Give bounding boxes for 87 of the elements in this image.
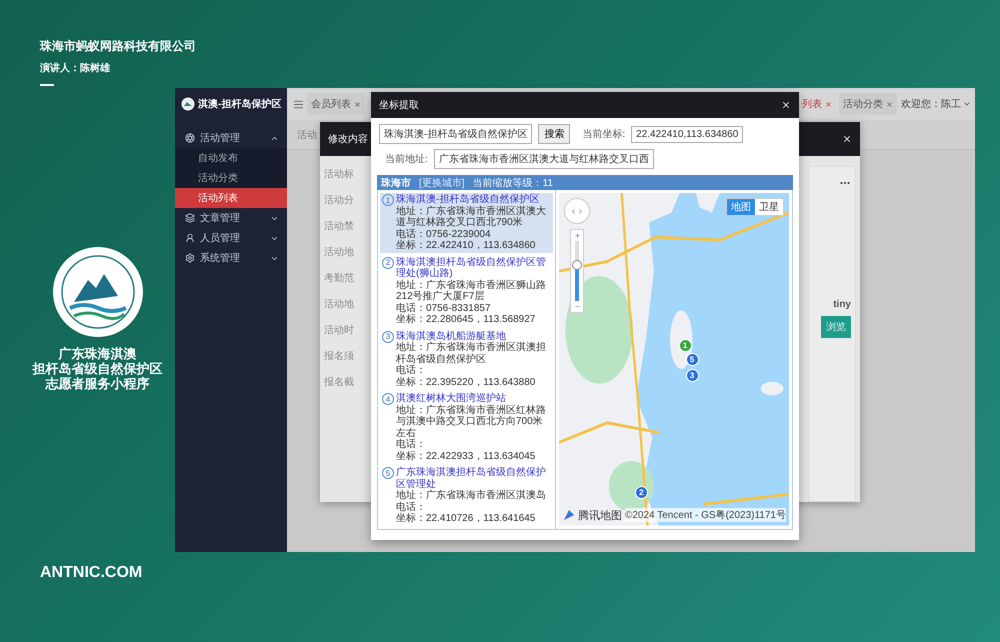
user-menu[interactable]: 欢迎您：陈工 [901, 97, 971, 111]
sidebar-subitem[interactable]: 活动列表 [175, 188, 287, 208]
company-name: 珠海市蚂蚁网路科技有限公司 [40, 38, 196, 55]
result-number: 5 [382, 467, 394, 479]
sidebar-item[interactable]: 人员管理 [175, 228, 287, 248]
result-title: 淇澳红树林大围湾巡护站 [396, 393, 507, 404]
result-number: 4 [382, 393, 394, 405]
result-address: 地址：广东省珠海市香洲区红林路与淇澳中路交叉口西北方向700米左右 [396, 404, 547, 438]
field-label: 当前坐标: [582, 128, 626, 141]
result-number: 3 [382, 330, 394, 342]
gear-icon [185, 253, 195, 263]
result-title: 珠海淇澳担杆岛省级自然保护区管理处(狮山路) [396, 256, 547, 280]
caret-icon [963, 100, 971, 108]
close-icon[interactable] [842, 134, 852, 144]
pan-left-icon[interactable] [570, 208, 577, 214]
editor-name: tiny [833, 299, 851, 310]
website-url: ANTNIC.COM [39, 564, 144, 582]
result-phone: 电话：0756-2239004 [396, 228, 492, 240]
layers-icon [185, 213, 195, 223]
result-item[interactable]: 3 珠海淇澳岛机船游艇基地 地址：广东省珠海市香洲区淇澳担杆岛省级自然保护区 电话： 坐标：22.395220，113.643880 [380, 330, 553, 389]
zoom-out-icon[interactable] [574, 303, 580, 310]
form-label: 活动标 [324, 169, 354, 181]
result-phone: 电话： [396, 439, 427, 450]
form-label: 活动分 [324, 195, 354, 207]
menu-icon[interactable] [293, 98, 304, 110]
brand-logo-icon [563, 509, 575, 521]
form-label: 活动地 [324, 247, 354, 259]
map-copyright: ©2024 Tencent - GS粤(2023)1171号 [625, 508, 786, 522]
result-address: 地址：广东省珠海市香洲区淇澳大道与红林路交叉口西北790米 [396, 206, 547, 228]
form-label: 活动地 [324, 299, 354, 311]
sidebar-subitem[interactable]: 活动分类 [175, 168, 287, 188]
form-label: 活动时 [324, 325, 354, 337]
map-brand: 腾讯地图 [578, 508, 622, 522]
breadcrumb: 活动 [297, 128, 317, 142]
result-phone: 电话： [396, 502, 427, 512]
map-type-button[interactable]: 地图 [727, 199, 755, 215]
page-tab[interactable]: 活动分类 [839, 93, 897, 115]
pan-right-icon[interactable] [577, 208, 584, 214]
form-label: 报名截 [324, 377, 354, 389]
project-title: 广东珠海淇澳 [58, 346, 136, 361]
result-item[interactable]: 4 淇澳红树林大围湾巡护站 地址：广东省珠海市香洲区红林路与淇澳中路交叉口西北方向700米左右 电话： 坐标：22.422933，113.634045 [380, 392, 553, 463]
coordinate-field[interactable]: 22.422410,113.634860 [631, 126, 744, 142]
result-coordinates: 坐标：22.280645，113.568927 [396, 314, 536, 326]
dialog-title: 修改内容 [328, 132, 368, 146]
zoom-in-icon[interactable] [574, 232, 580, 239]
page-tab[interactable]: 会员列表 [307, 93, 365, 115]
result-phone: 电话：0756-8331857 [396, 302, 492, 314]
project-title: 担杆岛省级自然保护区 [32, 361, 162, 376]
presenter-name: 演讲人：陈树雄 [40, 62, 110, 75]
city-name: 珠海市 [381, 176, 411, 190]
zoom-level-text: 当前缩放等级：11 [472, 176, 553, 190]
result-phone: 电话： [396, 365, 427, 376]
result-number: 1 [382, 194, 394, 206]
form-label: 活动禁 [324, 221, 354, 233]
result-item[interactable]: 5 广东珠海淇澳担杆岛省级自然保护区管理处 地址：广东省珠海市香洲区淇澳岛 电话： 坐标：22.410726，113.641645 [380, 466, 553, 526]
sidebar-item[interactable]: 文章管理 [175, 208, 287, 228]
form-label: 考勤范 [324, 273, 354, 285]
zoom-slider[interactable] [570, 229, 584, 313]
result-coordinates: 坐标：22.395220，113.643880 [396, 376, 536, 388]
logo-icon [181, 97, 195, 111]
result-address: 地址：广东省珠海市香洲区狮山路212号推广大厦F7层 [396, 280, 547, 302]
close-icon[interactable] [781, 100, 791, 110]
result-coordinates: 坐标：22.410726，113.641645 [396, 513, 536, 524]
user-icon [185, 233, 195, 243]
result-title: 珠海淇澳岛机船游艇基地 [396, 330, 507, 342]
address-field[interactable]: 广东省珠海市香洲区淇澳大道与红林路交叉口西 [434, 149, 654, 169]
sidebar-subitem[interactable]: 自动发布 [175, 148, 287, 168]
result-coordinates: 坐标：22.422410，113.634860 [396, 240, 536, 252]
slider-thumb[interactable] [572, 260, 582, 270]
aperture-icon [185, 133, 195, 143]
form-label: 报名须 [324, 351, 354, 363]
project-title: 志愿者服务小程序 [46, 376, 150, 391]
field-label: 当前地址: [385, 152, 428, 166]
search-field[interactable]: 珠海淇澳-担杆岛省级自然保护区 [379, 124, 532, 144]
result-title: 广东珠海淇澳担杆岛省级自然保护区管理处 [396, 467, 547, 490]
result-item[interactable]: 2 珠海淇澳担杆岛省级自然保护区管理处(狮山路) 地址：广东省珠海市香洲区狮山路212号推广大厦F7层 电话：0756-8331857 坐标：22.280645，113.568927 [380, 256, 553, 326]
sidebar-item[interactable]: 系统管理 [175, 248, 287, 268]
dialog-title: 坐标提取 [379, 98, 419, 112]
search-button[interactable]: 搜索 [538, 124, 570, 144]
sidebar-item[interactable]: 活动管理 [175, 128, 287, 148]
result-item[interactable]: 1 珠海淇澳-担杆岛省级自然保护区 地址：广东省珠海市香洲区淇澳大道与红林路交叉口西北790米 电话：0756-2239004 坐标：22.422410，113.634860 [380, 193, 553, 252]
result-address: 地址：广东省珠海市香洲区淇澳岛 [396, 490, 547, 502]
result-address: 地址：广东省珠海市香洲区淇澳担杆岛省级自然保护区 [396, 342, 547, 364]
result-coordinates: 坐标：22.422933，113.634045 [396, 450, 536, 462]
app-name: 淇澳-担杆岛保护区 [198, 97, 282, 111]
result-number: 2 [382, 256, 394, 268]
result-title: 珠海淇澳-担杆岛省级自然保护区 [396, 194, 540, 206]
